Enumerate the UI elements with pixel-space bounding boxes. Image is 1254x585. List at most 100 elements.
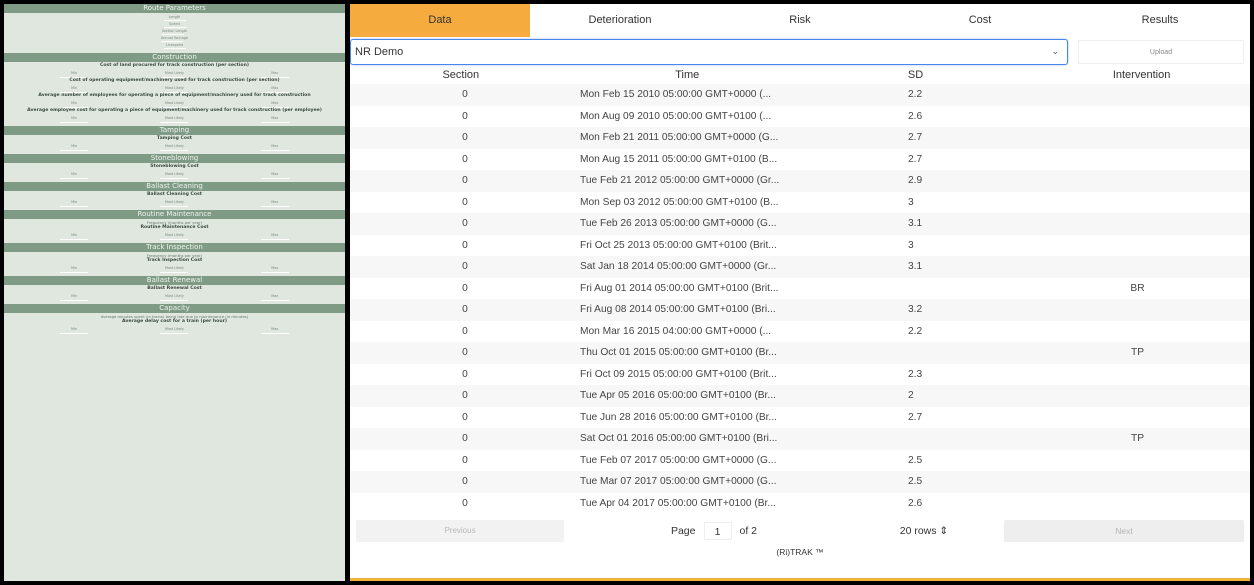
table-row[interactable]: 0 Tue Apr 04 2017 05:00:00 GMT+0100 (Br..… [350,492,1250,514]
page-number-input[interactable]: 1 [703,522,732,540]
cell-time: Tue Feb 21 2012 05:00:00 GMT+0000 (Gr... [580,175,780,187]
table-row[interactable]: 0 Fri Oct 09 2015 05:00:00 GMT+0100 (Brit… [350,363,1250,385]
text-input[interactable] [60,120,89,123]
tab-cost[interactable]: Cost [890,4,1070,37]
tab-data[interactable]: Data [350,4,530,37]
text-input[interactable] [60,204,89,207]
table-row[interactable]: 0 Tue Feb 21 2012 05:00:00 GMT+0000 (Gr..… [350,170,1250,192]
cell-time: Tue Apr 05 2016 05:00:00 GMT+0100 (Br... [580,390,776,402]
previous-button[interactable]: Previous [356,520,564,542]
table-row[interactable]: 0 Mon Feb 15 2010 05:00:00 GMT+0000 (... 2… [350,84,1250,106]
cell-section: 0 [462,390,468,402]
param-input: Most Likely [160,101,189,108]
text-input[interactable] [60,298,89,301]
cell-time: Tue Jun 28 2016 05:00:00 GMT+0100 (Br... [580,411,777,423]
cell-intervention: BR [1130,282,1145,294]
upload-button[interactable]: Upload [1078,39,1244,64]
table-row[interactable]: 0 Tue Feb 26 2013 05:00:00 GMT+0000 (G...… [350,213,1250,235]
cell-section: 0 [462,239,468,251]
table-row[interactable]: 0 Fri Aug 08 2014 05:00:00 GMT+0100 (Bri.… [350,299,1250,321]
param-input: Max [260,101,289,108]
param-input: Most Likely [160,200,189,207]
text-input[interactable] [160,176,189,179]
table-row[interactable]: 0 Fri Aug 01 2014 05:00:00 GMT+0100 (Brit… [350,277,1250,299]
route-input: Length [163,15,186,22]
param-input: Max [260,86,289,93]
text-input[interactable] [160,298,189,301]
table-row[interactable]: 0 Thu Oct 01 2015 05:00:00 GMT+0100 (Br..… [350,342,1250,364]
param-input: Max [260,144,289,151]
param-input: Min [60,266,89,273]
text-input[interactable] [163,19,186,21]
section-header: Track Inspection [4,243,345,252]
cell-sd: 2 [908,390,914,402]
cell-time: Mon Sep 03 2012 05:00:00 GMT+0100 (B... [580,196,779,208]
table-row[interactable]: 0 Tue Feb 07 2017 05:00:00 GMT+0000 (G...… [350,449,1250,471]
cell-time: Mon Feb 21 2011 05:00:00 GMT+0000 (G... [580,132,779,144]
table-row[interactable]: 0 Tue Mar 07 2017 05:00:00 GMT+0000 (G...… [350,471,1250,493]
column-header-section[interactable]: Section [350,69,572,81]
table-row[interactable]: 0 Mon Aug 09 2010 05:00:00 GMT+0100 (... 2… [350,105,1250,127]
text-input[interactable] [160,270,189,273]
param-inputs: Min Most Likely Max [6,99,343,108]
column-header-intervention[interactable]: Intervention [1033,69,1250,81]
cell-section: 0 [462,497,468,509]
text-input[interactable] [60,148,89,151]
column-header-time[interactable]: Time [572,69,803,81]
text-input[interactable] [260,204,289,207]
tab-deterioration[interactable]: Deterioration [530,4,710,37]
table-row[interactable]: 0 Sat Oct 01 2016 05:00:00 GMT+0100 (Bri.… [350,428,1250,450]
text-input[interactable] [160,40,183,42]
text-input[interactable] [160,237,189,240]
cell-section: 0 [462,110,468,122]
table-row[interactable]: 0 Fri Oct 25 2013 05:00:00 GMT+0100 (Brit… [350,234,1250,256]
table-row[interactable]: 0 Mon Sep 03 2012 05:00:00 GMT+0100 (B...… [350,191,1250,213]
param-input: Min [60,86,89,93]
table-row[interactable]: 0 Mon Feb 21 2011 05:00:00 GMT+0000 (G...… [350,127,1250,149]
cell-sd: 2.7 [908,153,923,165]
text-input[interactable] [60,270,89,273]
route-input: Annual Tonnage [160,36,188,43]
text-input[interactable] [260,298,289,301]
column-header-sd[interactable]: SD [803,69,1033,81]
chevron-down-icon: ⌄ [1051,46,1059,56]
text-input[interactable] [260,120,289,123]
text-input[interactable] [60,176,89,179]
cell-intervention: TP [1130,433,1145,445]
rows-per-page-select[interactable]: 20 rows ⇕ [864,525,984,537]
text-input[interactable] [260,237,289,240]
data-panel: Data Deterioration Risk Cost Results NR Demo… [350,4,1250,581]
table-row[interactable]: 0 Sat Jan 18 2014 05:00:00 GMT+0000 (Gr..… [350,256,1250,278]
table-row[interactable]: 0 Tue Apr 05 2016 05:00:00 GMT+0100 (Br..… [350,385,1250,407]
param-section: Ballast Renewal Ballast Renewal Cost Min Mo… [4,276,345,304]
text-input[interactable] [163,26,186,28]
param-section: Routine Maintenance Frequency (months per… [4,210,345,243]
text-input[interactable] [260,331,289,334]
param-input: Max [260,294,289,301]
text-input[interactable] [260,270,289,273]
param-section: Stoneblowing Stoneblowing Cost Min Most Lik… [4,154,345,182]
next-button[interactable]: Next [1004,520,1244,542]
text-input[interactable] [160,148,189,151]
param-input: Min [60,172,89,179]
tab-results[interactable]: Results [1070,4,1250,37]
text-input[interactable] [163,47,186,49]
text-input[interactable] [260,176,289,179]
param-section: Ballast Cleaning Ballast Cleaning Cost Min… [4,182,345,210]
text-input[interactable] [60,237,89,240]
text-input[interactable] [60,331,89,334]
parameters-panel: Route Parameters Length Speed Section Lengt… [4,4,345,581]
table-row[interactable]: 0 Mon Aug 15 2011 05:00:00 GMT+0100 (B...… [350,148,1250,170]
table-row[interactable]: 0 Mon Mar 16 2015 04:00:00 GMT+0000 (... 2… [350,320,1250,342]
param-inputs: Min Most Likely Max [6,170,343,179]
text-input[interactable] [160,331,189,334]
param-input: Max [260,200,289,207]
text-input[interactable] [260,148,289,151]
dataset-select[interactable]: NR Demo ⌄ [350,38,1068,65]
text-input[interactable] [161,33,184,35]
cell-section: 0 [462,476,468,488]
tab-risk[interactable]: Risk [710,4,890,37]
table-row[interactable]: 0 Tue Jun 28 2016 05:00:00 GMT+0100 (Br..… [350,406,1250,428]
text-input[interactable] [160,120,189,123]
text-input[interactable] [160,204,189,207]
